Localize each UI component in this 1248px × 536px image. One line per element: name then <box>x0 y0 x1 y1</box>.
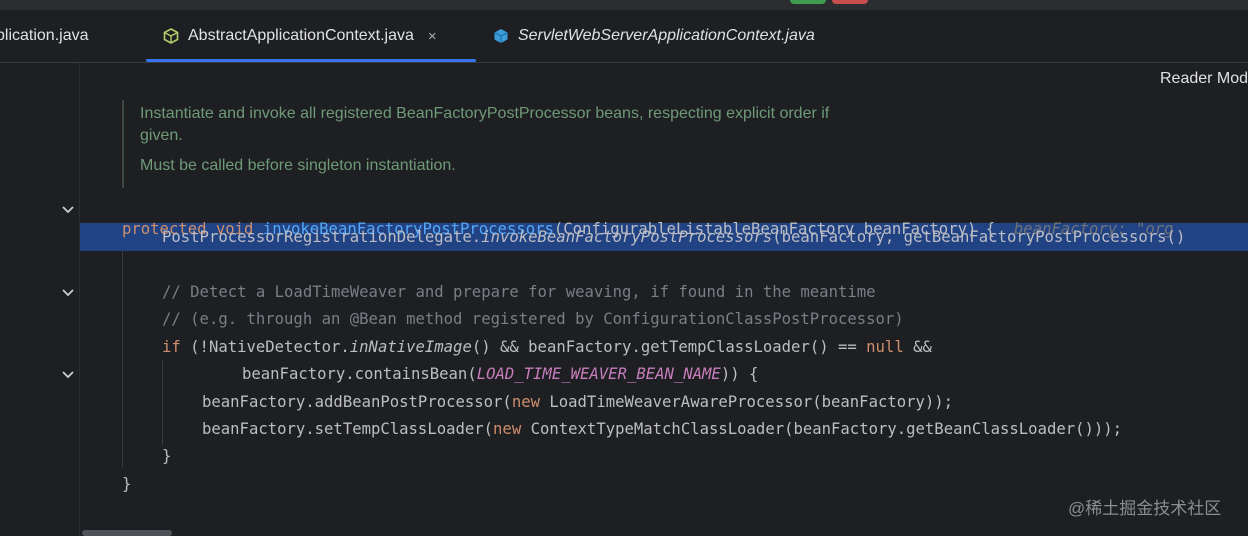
fold-chevron-icon[interactable] <box>60 284 76 300</box>
class-icon <box>492 27 510 45</box>
code-text: (beanFactory, getBeanFactoryPostProcesso… <box>772 228 1186 246</box>
code-comment: // (e.g. through an @Bean method registe… <box>162 310 904 328</box>
code-line: PostProcessorRegistrationDelegate.invoke… <box>162 227 1185 247</box>
method-call: inNativeImage <box>349 338 472 356</box>
doc-comment-line: given. <box>140 127 183 144</box>
window-top-strip <box>0 0 1248 10</box>
indent-guide <box>162 360 163 445</box>
stop-button[interactable] <box>832 0 868 4</box>
code-text: beanFactory.addBeanPostProcessor( <box>202 393 512 411</box>
code-text: ContextTypeMatchClassLoader(beanFactory.… <box>521 420 1123 438</box>
close-icon[interactable]: × <box>428 28 437 45</box>
code-line: beanFactory.setTempClassLoader(new Conte… <box>202 419 1122 439</box>
code-text: )) { <box>720 365 759 383</box>
method-call: invokeBeanFactoryPostProcessors <box>481 228 773 246</box>
code-line: } <box>162 447 172 465</box>
code-line: if (!NativeDetector.inNativeImage() && b… <box>162 337 932 357</box>
tab-label: plication.java <box>0 27 89 44</box>
horizontal-scrollbar[interactable] <box>82 530 172 536</box>
doc-comment-bar <box>122 100 124 188</box>
tab-application-java[interactable]: plication.java <box>0 10 89 62</box>
fold-chevron-icon[interactable] <box>60 366 76 382</box>
fold-chevron-icon[interactable] <box>60 201 76 217</box>
code-text: beanFactory.setTempClassLoader( <box>202 420 494 438</box>
constant: LOAD_TIME_WEAVER_BEAN_NAME <box>476 365 721 383</box>
code-text: (!NativeDetector. <box>180 338 350 356</box>
code-line: } <box>122 475 132 493</box>
doc-comment-line: Instantiate and invoke all registered Be… <box>140 105 830 122</box>
code-text: PostProcessorRegistrationDelegate. <box>162 228 482 246</box>
code-text: () && beanFactory.getTempClassLoader() =… <box>471 338 867 356</box>
keyword: null <box>866 338 904 356</box>
keyword: if <box>162 338 181 356</box>
reader-mode-toggle[interactable]: Reader Mod <box>1160 70 1248 88</box>
class-icon <box>162 27 180 45</box>
code-line: beanFactory.containsBean(LOAD_TIME_WEAVE… <box>242 364 758 384</box>
editor-tab-bar: plication.java AbstractApplicationContex… <box>0 10 1248 63</box>
code-text: beanFactory.containsBean( <box>242 365 477 383</box>
tab-servlet-web-server-application-context[interactable]: ServletWebServerApplicationContext.java <box>492 10 815 62</box>
run-button[interactable] <box>790 0 826 4</box>
gutter-divider <box>79 63 80 536</box>
watermark: @稀土掘金技术社区 <box>1068 499 1222 518</box>
keyword: new <box>511 393 540 411</box>
code-line: beanFactory.addBeanPostProcessor(new Loa… <box>202 392 953 412</box>
tab-label: ServletWebServerApplicationContext.java <box>518 27 815 44</box>
tab-abstract-application-context[interactable]: AbstractApplicationContext.java × <box>162 10 437 62</box>
active-tab-indicator <box>146 59 476 62</box>
doc-comment-line: Must be called before singleton instanti… <box>140 157 456 174</box>
code-comment: // Detect a LoadTimeWeaver and prepare f… <box>162 283 876 301</box>
keyword: new <box>493 420 522 438</box>
indent-guide <box>122 250 123 468</box>
code-text: LoadTimeWeaverAwareProcessor(beanFactory… <box>539 393 954 411</box>
code-text: && <box>903 338 932 356</box>
tab-label: AbstractApplicationContext.java <box>188 27 414 44</box>
